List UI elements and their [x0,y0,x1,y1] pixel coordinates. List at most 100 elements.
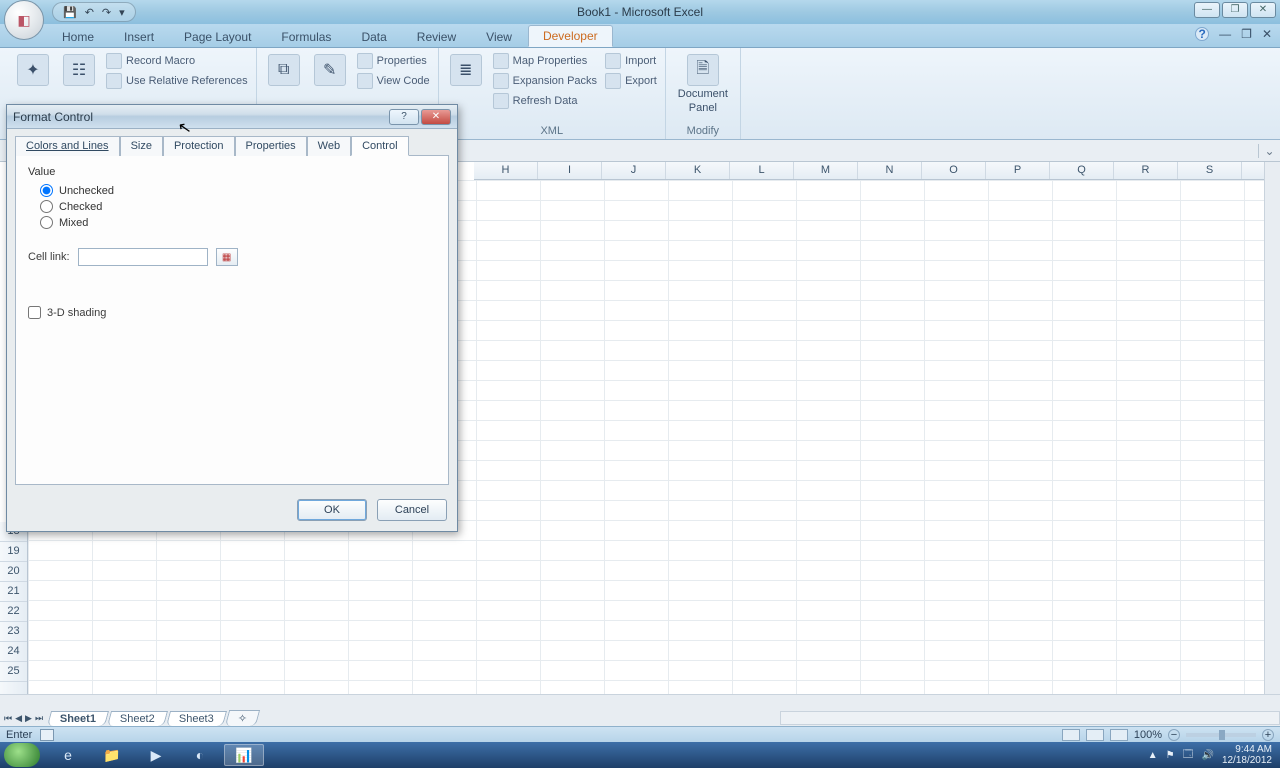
insert-controls-button[interactable]: ⧉ [263,52,305,86]
tab-view[interactable]: View [472,27,526,47]
help-icon[interactable]: ? [1195,27,1209,41]
dialog-close-button[interactable]: ✕ [421,109,451,125]
view-page-break-button[interactable] [1110,729,1128,741]
new-sheet-button[interactable]: ✧ [225,710,261,726]
qat-save-icon[interactable]: 💾 [63,6,77,19]
sheet-tab-1[interactable]: Sheet1 [47,711,109,726]
dialog-tab-size[interactable]: Size [120,136,163,156]
window-maximize-button[interactable]: ❐ [1222,2,1248,18]
zoom-in-button[interactable]: + [1262,729,1274,741]
tab-insert[interactable]: Insert [110,27,168,47]
tab-page-layout[interactable]: Page Layout [170,27,265,47]
export-button[interactable]: Export [603,72,659,90]
column-header[interactable]: N [858,162,922,179]
column-header[interactable]: H [474,162,538,179]
zoom-out-button[interactable]: − [1168,729,1180,741]
visual-basic-button[interactable]: ✦ [12,52,54,86]
row-header[interactable]: 24 [0,642,27,662]
macros-button[interactable]: ☷ [58,52,100,86]
3d-shading-checkbox[interactable]: 3-D shading [28,306,436,319]
radio-mixed[interactable]: Mixed [40,216,436,229]
tray-network-icon[interactable]: 🗔 [1183,747,1194,764]
column-header[interactable]: J [602,162,666,179]
dialog-tab-web[interactable]: Web [307,136,351,156]
column-header[interactable]: I [538,162,602,179]
source-button[interactable]: ≣ [445,52,487,86]
tray-volume-icon[interactable]: 🔊 [1201,750,1213,761]
tab-developer[interactable]: Developer [528,25,613,47]
taskbar-explorer-icon[interactable]: 📁 [92,744,132,766]
design-mode-button[interactable]: ✎ [309,52,351,86]
row-headers[interactable]: 1819202122232425 [0,522,28,694]
sheet-tab-2[interactable]: Sheet2 [107,711,168,726]
import-button[interactable]: Import [603,52,659,70]
cancel-button[interactable]: Cancel [377,499,447,521]
tab-formulas[interactable]: Formulas [267,27,345,47]
vertical-scrollbar[interactable] [1264,162,1280,694]
column-header[interactable]: S [1178,162,1242,179]
dialog-tab-properties[interactable]: Properties [235,136,307,156]
view-code-button[interactable]: View Code [355,72,432,90]
row-header[interactable]: 23 [0,622,27,642]
qat-redo-icon[interactable]: ↷ [102,6,111,19]
start-button[interactable] [4,743,40,767]
dialog-tab-control[interactable]: Control [351,136,408,156]
row-header[interactable]: 22 [0,602,27,622]
row-header[interactable]: 25 [0,662,27,682]
mdi-close[interactable]: ✕ [1262,27,1272,41]
view-page-layout-button[interactable] [1086,729,1104,741]
column-header[interactable]: K [666,162,730,179]
column-header[interactable]: O [922,162,986,179]
row-header[interactable]: 20 [0,562,27,582]
tab-data[interactable]: Data [347,27,400,47]
sheet-nav-prev-icon[interactable]: ◀ [15,713,22,724]
mdi-minimize[interactable]: — [1219,27,1231,41]
dialog-help-button[interactable]: ? [389,109,419,125]
sheet-nav-first-icon[interactable]: ⏮ [4,713,12,724]
dialog-tab-colors[interactable]: Colors and Lines [15,136,120,156]
system-clock[interactable]: 9:44 AM 12/18/2012 [1222,744,1272,766]
formula-bar-expand-icon[interactable]: ⌄ [1258,144,1280,158]
dialog-titlebar[interactable]: Format Control ? ✕ [7,105,457,129]
office-button[interactable]: ◧ [4,0,44,40]
horizontal-scroll-track[interactable] [780,711,1280,725]
sheet-nav-last-icon[interactable]: ⏭ [35,713,43,724]
window-close-button[interactable]: ✕ [1250,2,1276,18]
sheet-tab-3[interactable]: Sheet3 [166,711,227,726]
properties-button[interactable]: Properties [355,52,432,70]
tab-review[interactable]: Review [403,27,470,47]
mdi-restore[interactable]: ❐ [1241,27,1252,41]
zoom-slider[interactable] [1186,733,1256,737]
column-header[interactable]: M [794,162,858,179]
document-panel-button[interactable]: 🗎 Document Panel [672,52,734,114]
column-header[interactable]: P [986,162,1050,179]
taskbar-chrome-icon[interactable]: ◐ [180,744,220,766]
qat-customize-icon[interactable]: ▾ [119,6,125,19]
map-properties-button[interactable]: Map Properties [491,52,599,70]
horizontal-scrollbar[interactable] [0,694,1280,710]
cell-link-input[interactable] [78,248,208,266]
column-header[interactable]: Q [1050,162,1114,179]
expansion-packs-button[interactable]: Expansion Packs [491,72,599,90]
column-headers[interactable]: HIJKLMNOPQRS [474,162,1264,180]
range-selector-button[interactable]: ▦ [216,248,238,266]
refresh-data-button[interactable]: Refresh Data [491,92,599,110]
ok-button[interactable]: OK [297,499,367,521]
taskbar-media-icon[interactable]: ▶ [136,744,176,766]
taskbar-excel-icon[interactable]: 📊 [224,744,264,766]
row-header[interactable]: 21 [0,582,27,602]
taskbar-ie-icon[interactable]: e [48,744,88,766]
sheet-nav-next-icon[interactable]: ▶ [25,713,32,724]
macro-record-icon[interactable] [40,729,54,741]
record-macro-button[interactable]: Record Macro [104,52,250,70]
row-header[interactable]: 19 [0,542,27,562]
dialog-tab-protection[interactable]: Protection [163,136,235,156]
qat-undo-icon[interactable]: ↶ [85,6,94,19]
radio-unchecked[interactable]: Unchecked [40,184,436,197]
window-minimize-button[interactable]: — [1194,2,1220,18]
use-relative-refs-button[interactable]: Use Relative References [104,72,250,90]
tray-flag-icon[interactable]: ⚑ [1166,750,1175,761]
column-header[interactable]: L [730,162,794,179]
column-header[interactable]: R [1114,162,1178,179]
radio-checked[interactable]: Checked [40,200,436,213]
